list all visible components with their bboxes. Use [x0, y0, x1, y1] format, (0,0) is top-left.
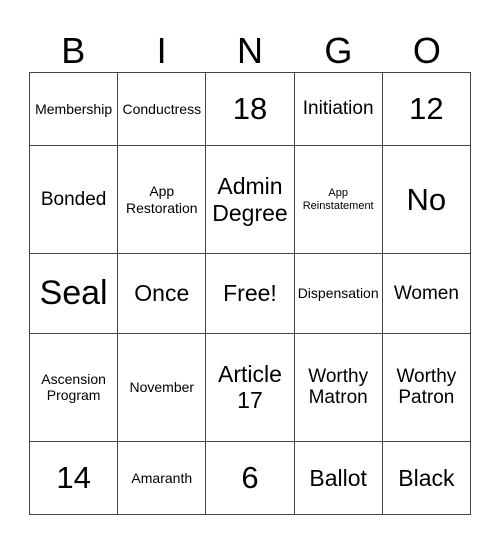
bingo-cell[interactable]: 12: [381, 71, 472, 147]
header-letter-g: G: [324, 30, 353, 71]
bingo-cell[interactable]: Seal: [28, 252, 119, 335]
bingo-cell[interactable]: Amaranth: [117, 440, 207, 516]
bingo-row: Bonded App Restoration Admin Degree App Rei…: [28, 145, 472, 254]
bingo-cell[interactable]: Ballot: [293, 440, 383, 516]
bingo-cell[interactable]: 6: [205, 440, 295, 516]
bingo-cell[interactable]: Conductress: [117, 71, 207, 147]
bingo-cell[interactable]: Bonded: [28, 145, 119, 254]
bingo-cell[interactable]: Worthy Matron: [293, 333, 383, 442]
bingo-cell[interactable]: Ascension Program: [28, 333, 119, 442]
bingo-row: Seal Once Free! Dispensation Women: [28, 252, 472, 335]
header-letter-b: B: [61, 30, 86, 71]
bingo-cell[interactable]: Women: [381, 252, 472, 335]
bingo-cell[interactable]: Worthy Patron: [381, 333, 472, 442]
header-letter-n: N: [237, 30, 264, 71]
bingo-grid: Membership Conductress 18 Initiation 12 Bonde…: [28, 71, 472, 516]
bingo-row: Ascension Program November Article 17 Worth…: [28, 333, 472, 442]
bingo-cell[interactable]: Membership: [28, 71, 119, 147]
bingo-cell[interactable]: No: [381, 145, 472, 254]
bingo-cell[interactable]: Black: [381, 440, 472, 516]
bingo-cell[interactable]: App Reinstatement: [293, 145, 383, 254]
bingo-cell[interactable]: Admin Degree: [205, 145, 295, 254]
bingo-cell[interactable]: Initiation: [293, 71, 383, 147]
bingo-cell[interactable]: 18: [205, 71, 295, 147]
header-letter-i: I: [156, 30, 167, 71]
bingo-cell[interactable]: Article 17: [205, 333, 295, 442]
bingo-row: 14 Amaranth 6 Ballot Black: [28, 440, 472, 516]
bingo-cell[interactable]: November: [117, 333, 207, 442]
bingo-header: B I N G O: [29, 30, 471, 72]
bingo-cell[interactable]: App Restoration: [117, 145, 207, 254]
bingo-cell[interactable]: Once: [117, 252, 207, 335]
bingo-row: Membership Conductress 18 Initiation 12: [28, 71, 472, 147]
bingo-cell[interactable]: Dispensation: [293, 252, 383, 335]
header-letter-o: O: [412, 30, 441, 71]
bingo-cell[interactable]: Free!: [205, 252, 295, 335]
bingo-cell[interactable]: 14: [28, 440, 119, 516]
